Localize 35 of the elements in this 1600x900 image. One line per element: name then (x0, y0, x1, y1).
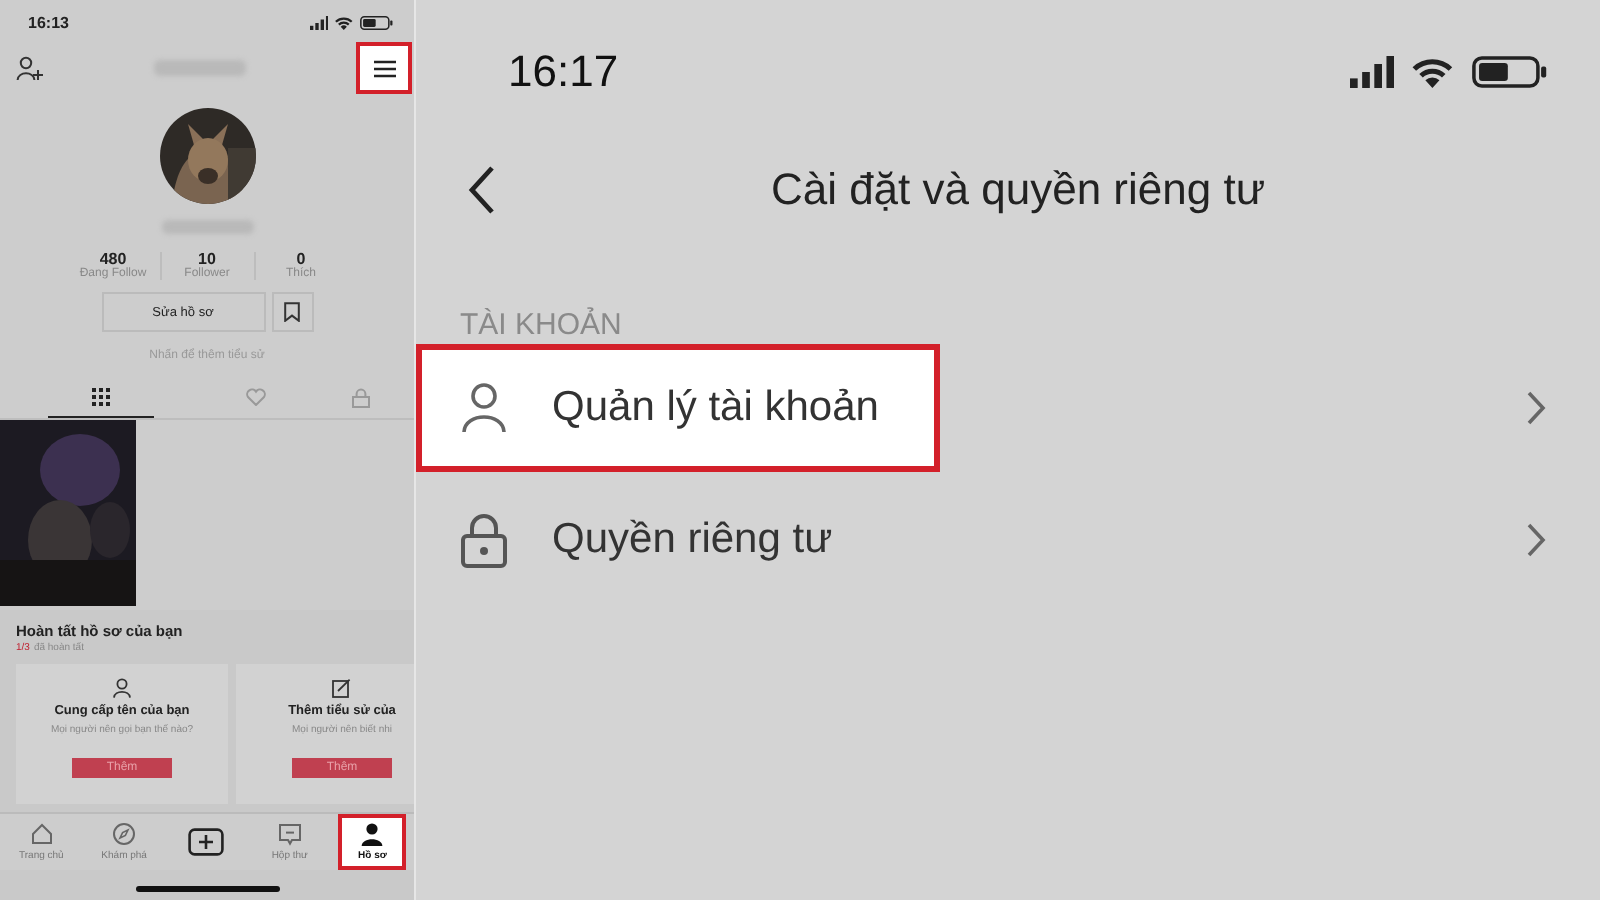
plus-icon (188, 828, 225, 856)
stat-value: 0 (296, 250, 306, 268)
add-person-icon[interactable] (16, 55, 44, 81)
wifi-icon (334, 16, 355, 30)
edit-icon (332, 678, 352, 698)
menu-button[interactable] (356, 42, 412, 94)
lock-icon (460, 512, 508, 568)
person-icon (460, 382, 508, 434)
bookmark-button[interactable] (271, 292, 313, 332)
status-time: 16:13 (28, 14, 69, 32)
chevron-icon (1526, 390, 1546, 426)
person-icon (112, 678, 132, 698)
message-icon (277, 822, 302, 846)
home-icon (29, 822, 54, 846)
person-icon (360, 822, 385, 846)
bookmark-icon (284, 302, 300, 322)
stat-value: 10 (198, 250, 216, 268)
stat-value: 480 (99, 250, 127, 268)
compass-icon (112, 822, 137, 846)
wifi-icon (1410, 56, 1456, 88)
settings-item[interactable]: Quản lý tài khoản (416, 344, 940, 472)
menu-icon (373, 59, 395, 77)
battery-icon (360, 16, 394, 30)
signal-icon (1349, 56, 1395, 88)
signal-icon (309, 16, 329, 30)
section-label: TÀI KHOẢN (460, 308, 624, 342)
back-icon[interactable] (468, 164, 496, 216)
heart-icon (245, 388, 265, 406)
battery-icon (1471, 56, 1548, 88)
lock-icon (352, 387, 370, 407)
grid-icon (92, 388, 110, 406)
status-time: 16:17 (508, 46, 619, 98)
screen-title: Cài đặt và quyền riêng tư (768, 164, 1268, 216)
settings-item[interactable]: Quyền riêng tư (416, 476, 877, 604)
chevron-icon (1526, 522, 1546, 558)
